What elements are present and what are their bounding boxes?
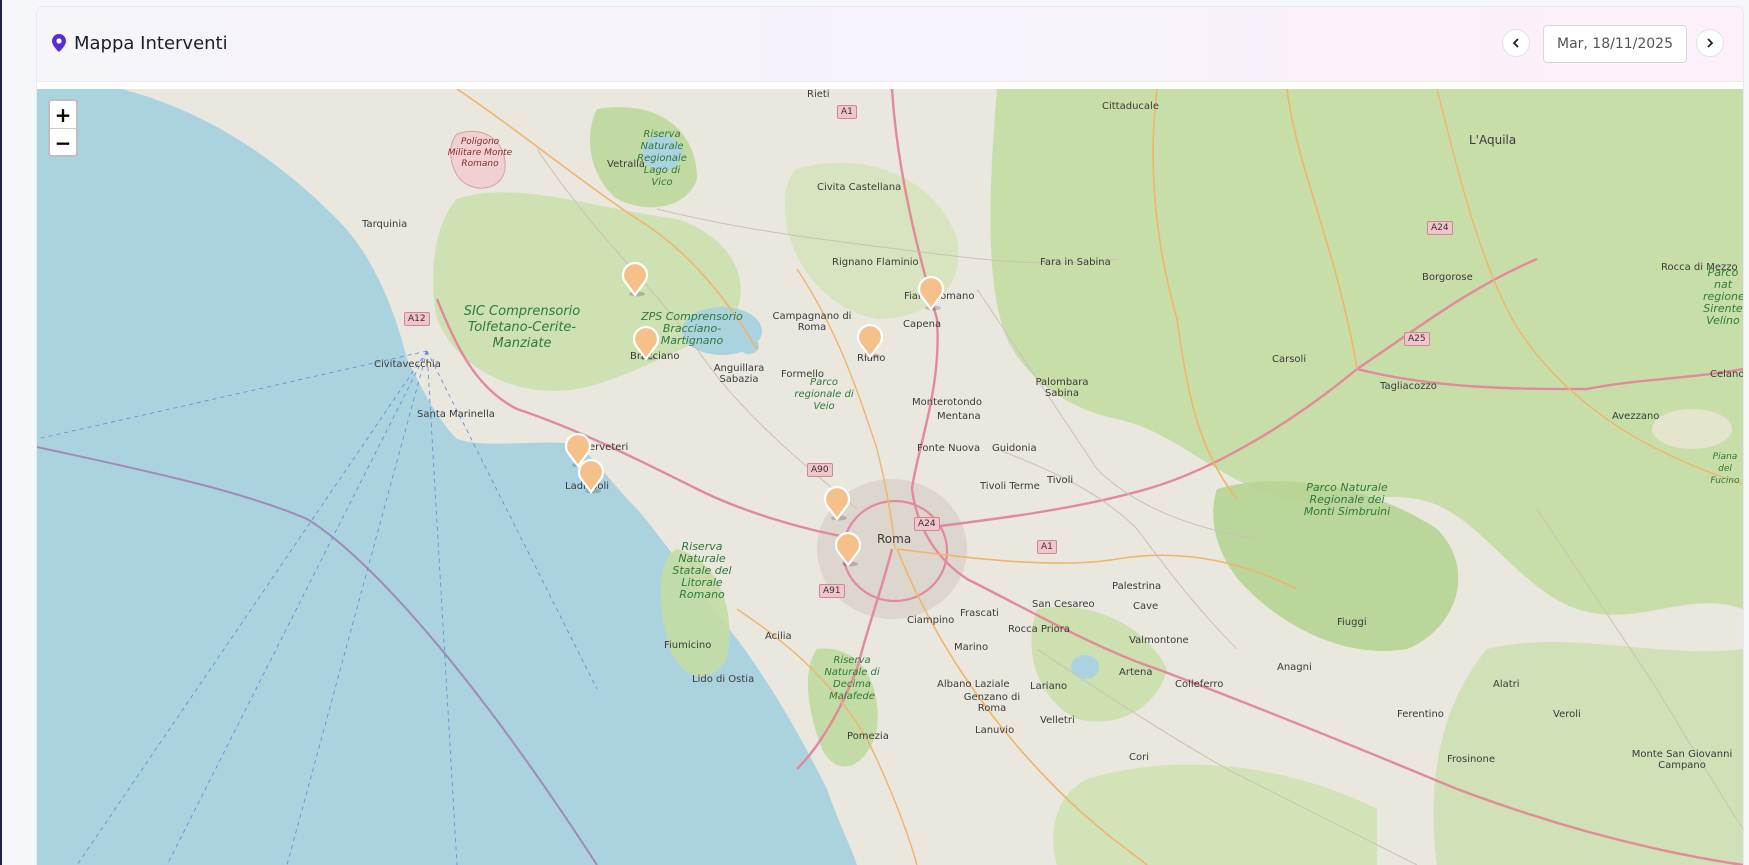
map-label-town: Fiumicino bbox=[664, 640, 712, 651]
map-label-town: Alatri bbox=[1493, 679, 1520, 690]
map-label-town: Roma bbox=[877, 532, 912, 546]
sidebar-edge bbox=[0, 0, 2, 865]
map-label-town: Rieti bbox=[807, 89, 830, 100]
map-label-town: Anagni bbox=[1277, 662, 1312, 673]
road-shield-a90: A90 bbox=[807, 463, 833, 477]
map-label-town: Lido di Ostia bbox=[692, 674, 755, 685]
road-shield-a91: A91 bbox=[819, 584, 845, 598]
map-label-town: Palombara Sabina bbox=[1035, 377, 1089, 399]
zoom-in-button[interactable]: + bbox=[50, 101, 76, 129]
map-label-town: Cittaducale bbox=[1102, 101, 1159, 112]
map-label-town: Lanuvio bbox=[975, 725, 1015, 736]
road-shield-a1: A1 bbox=[837, 105, 857, 119]
map-label-town: Tagliacozzo bbox=[1380, 381, 1437, 392]
map-label-protected-area: SIC Comprensorio Tolfetano-Cerite-Manzia… bbox=[463, 304, 581, 351]
map-label-town: Cori bbox=[1129, 752, 1149, 763]
road-shield-a12: A12 bbox=[404, 312, 430, 326]
map-label-town: Ferentino bbox=[1397, 709, 1444, 720]
road-shield-a24: A24 bbox=[914, 517, 940, 531]
map-label-town: Guidonia bbox=[992, 443, 1037, 454]
map-label-town: Veroli bbox=[1553, 709, 1581, 720]
map-label-town: Albano Laziale bbox=[937, 679, 1010, 690]
map-label-military-area: Poligono Militare Monte Romano bbox=[447, 137, 513, 169]
map-label-town: Fonte Nuova bbox=[917, 443, 981, 454]
map-label-town: Borgorose bbox=[1422, 272, 1473, 283]
map-label-town: Frascati bbox=[960, 608, 999, 619]
map-label-park: Riserva Naturale Statale del Litorale Ro… bbox=[672, 540, 732, 601]
chevron-left-icon bbox=[1512, 38, 1519, 48]
map-label-town: Cave bbox=[1133, 601, 1159, 612]
map-label-town: Ciampino bbox=[907, 615, 955, 626]
zoom-control: + − bbox=[48, 99, 78, 157]
map-canvas[interactable]: Rieti Cittaducale L'Aquila Vetralla Civi… bbox=[37, 89, 1743, 865]
road-shield-a1: A1 bbox=[1037, 540, 1057, 554]
map-base-layer bbox=[37, 89, 1743, 865]
road-shield-a25: A25 bbox=[1404, 332, 1430, 346]
map-label-town: Artena bbox=[1119, 667, 1153, 678]
map-label-town: Tarquinia bbox=[362, 219, 408, 230]
map-label-town: Valmontone bbox=[1129, 635, 1189, 646]
map-label-park: Riserva Naturale di Decima Malafede bbox=[824, 655, 880, 702]
map-label-park: Parco nat regione Sirente Velino bbox=[1703, 266, 1743, 327]
intervention-marker[interactable] bbox=[620, 261, 650, 297]
map-label-town: Tivoli Terme bbox=[980, 481, 1040, 492]
map-label-town: Fiuggi bbox=[1337, 617, 1367, 628]
map-label-town: Carsoli bbox=[1272, 354, 1307, 365]
intervention-marker[interactable] bbox=[576, 458, 606, 494]
page-title: Mappa Interventi bbox=[74, 32, 228, 54]
map-card: Mappa Interventi Mar, 18/11/2025 Rieti C… bbox=[37, 7, 1743, 865]
intervention-marker[interactable] bbox=[822, 485, 852, 521]
map-label-town: Mentana bbox=[937, 411, 981, 422]
map-label-town: Pomezia bbox=[847, 731, 889, 742]
map-label-town: Santa Marinella bbox=[417, 409, 495, 420]
intervention-marker[interactable] bbox=[833, 531, 863, 567]
map-label-town: Fara in Sabina bbox=[1040, 257, 1111, 268]
map-label-town: Monterotondo bbox=[912, 397, 983, 408]
map-label-town: Rignano Flaminio bbox=[832, 257, 919, 268]
intervention-marker[interactable] bbox=[916, 275, 946, 311]
map-label-town: Monte San Giovanni Campano bbox=[1631, 749, 1733, 771]
map-label-town: Rocca Priora bbox=[1008, 624, 1071, 635]
map-label-town: L'Aquila bbox=[1469, 133, 1517, 147]
map-label-town: Celano bbox=[1710, 369, 1743, 380]
card-header: Mappa Interventi Mar, 18/11/2025 bbox=[37, 7, 1743, 82]
prev-day-button[interactable] bbox=[1502, 29, 1530, 57]
zoom-out-button[interactable]: − bbox=[50, 129, 76, 156]
map-label-park: Parco Naturale Regionale dei Monti Simbr… bbox=[1303, 481, 1391, 518]
map-label-town: Velletri bbox=[1040, 715, 1075, 726]
map-label-town: Marino bbox=[954, 642, 989, 653]
map-label-town: Campagnano di Roma bbox=[772, 311, 852, 333]
map-label-park: Riserva Naturale Regionale Lago di Vico bbox=[637, 129, 687, 188]
map-label-park: Parco regionale di Veio bbox=[794, 377, 854, 412]
map-label-town: Civita Castellana bbox=[817, 182, 902, 193]
map-label-town: Frosinone bbox=[1447, 754, 1495, 765]
map-label-town: Genzano di Roma bbox=[963, 692, 1021, 714]
intervention-marker[interactable] bbox=[631, 325, 661, 361]
map-label-town: Avezzano bbox=[1612, 411, 1660, 422]
map-pin-icon bbox=[52, 34, 66, 52]
intervention-marker[interactable] bbox=[855, 323, 885, 359]
map-label-park: Piana del Fucino bbox=[1710, 452, 1740, 486]
map-label-town: Colleferro bbox=[1175, 679, 1224, 690]
map-label-town: Tivoli bbox=[1047, 475, 1074, 486]
map-label-town: Lariano bbox=[1030, 681, 1068, 692]
next-day-button[interactable] bbox=[1696, 29, 1724, 57]
map-label-town: Civitavecchia bbox=[374, 359, 441, 370]
map-label-town: San Cesareo bbox=[1032, 599, 1095, 610]
date-picker[interactable]: Mar, 18/11/2025 bbox=[1543, 25, 1687, 63]
map-label-town: Acilia bbox=[765, 631, 792, 642]
map-label-town: Capena bbox=[903, 319, 942, 330]
map-label-town: Palestrina bbox=[1112, 581, 1162, 592]
title-wrap: Mappa Interventi bbox=[52, 32, 228, 54]
map-label-town: Anguillara Sabazia bbox=[713, 363, 765, 385]
chevron-right-icon bbox=[1707, 38, 1714, 48]
road-shield-a24: A24 bbox=[1427, 221, 1453, 235]
